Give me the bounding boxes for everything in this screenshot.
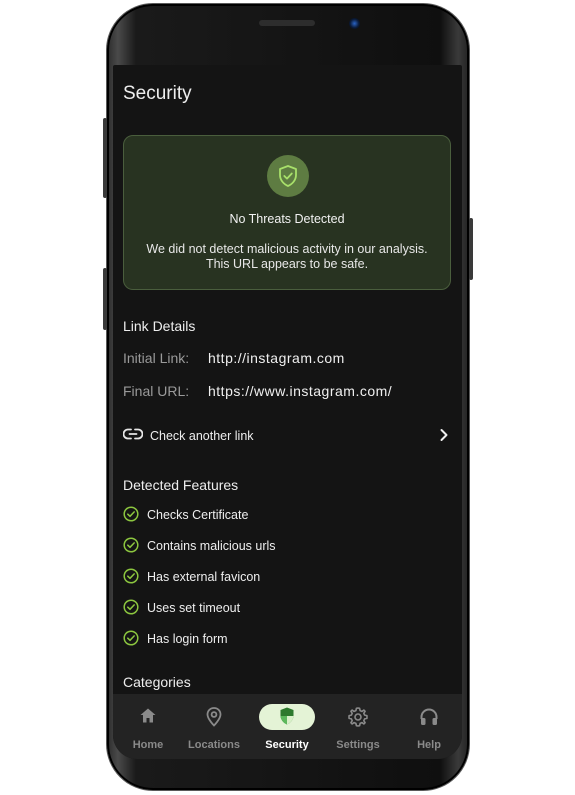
gear-icon	[323, 706, 393, 727]
feature-label: Contains malicious urls	[147, 539, 276, 553]
nav-security-label: Security	[265, 739, 309, 751]
phone-speaker	[259, 20, 315, 26]
bottom-nav: Home Locations Security Settings Help	[113, 694, 462, 759]
check-circle-icon	[123, 599, 139, 620]
final-url-value: https://www.instagram.com/	[208, 383, 393, 399]
feature-item: Uses set timeout	[123, 599, 423, 617]
initial-link-value: http://instagram.com	[208, 350, 345, 366]
banner-message: We did not detect malicious activity in …	[146, 242, 428, 271]
page-title: Security	[123, 83, 192, 104]
volume-button	[103, 118, 107, 198]
feature-item: Contains malicious urls	[123, 537, 423, 555]
banner-title: No Threats Detected	[229, 212, 345, 226]
categories-heading: Categories	[123, 674, 191, 690]
initial-link-label: Initial Link:	[123, 350, 190, 366]
home-icon	[113, 706, 183, 726]
nav-locations-label: Locations	[188, 739, 240, 751]
check-another-link-button[interactable]: Check another link	[122, 423, 451, 447]
feature-label: Checks Certificate	[147, 508, 249, 522]
check-circle-icon	[123, 568, 139, 589]
nav-help-label: Help	[417, 739, 441, 751]
shield-icon	[252, 706, 322, 726]
link-details-heading: Link Details	[123, 318, 196, 334]
feature-label: Uses set timeout	[147, 601, 241, 615]
link-icon	[122, 427, 144, 446]
power-button	[469, 218, 473, 280]
feature-label: Has external favicon	[147, 570, 261, 584]
status-banner: No Threats Detected We did not detect ma…	[123, 135, 451, 290]
location-pin-icon	[179, 706, 249, 727]
nav-security[interactable]: Security	[252, 694, 322, 759]
check-circle-icon	[123, 537, 139, 558]
detected-features-heading: Detected Features	[123, 477, 239, 493]
nav-settings[interactable]: Settings	[323, 694, 393, 759]
feature-item: Has external favicon	[123, 568, 423, 586]
check-circle-icon	[123, 630, 139, 651]
feature-item: Has login form	[123, 630, 423, 648]
nav-settings-label: Settings	[336, 739, 380, 751]
nav-locations[interactable]: Locations	[179, 694, 249, 759]
chevron-right-icon	[439, 428, 449, 447]
front-camera	[349, 18, 360, 29]
nav-home[interactable]: Home	[113, 694, 183, 759]
bixby-button	[103, 268, 107, 330]
app-screen: Security No Threats Detected We did not …	[113, 65, 462, 759]
nav-help[interactable]: Help	[394, 694, 462, 759]
feature-label: Has login form	[147, 632, 228, 646]
final-url-label: Final URL:	[123, 383, 190, 399]
check-circle-icon	[123, 506, 139, 527]
check-another-link-label: Check another link	[150, 429, 254, 443]
shield-check-icon	[267, 155, 309, 197]
feature-item: Checks Certificate	[123, 506, 423, 524]
nav-home-label: Home	[132, 739, 164, 751]
headset-icon	[394, 706, 462, 726]
